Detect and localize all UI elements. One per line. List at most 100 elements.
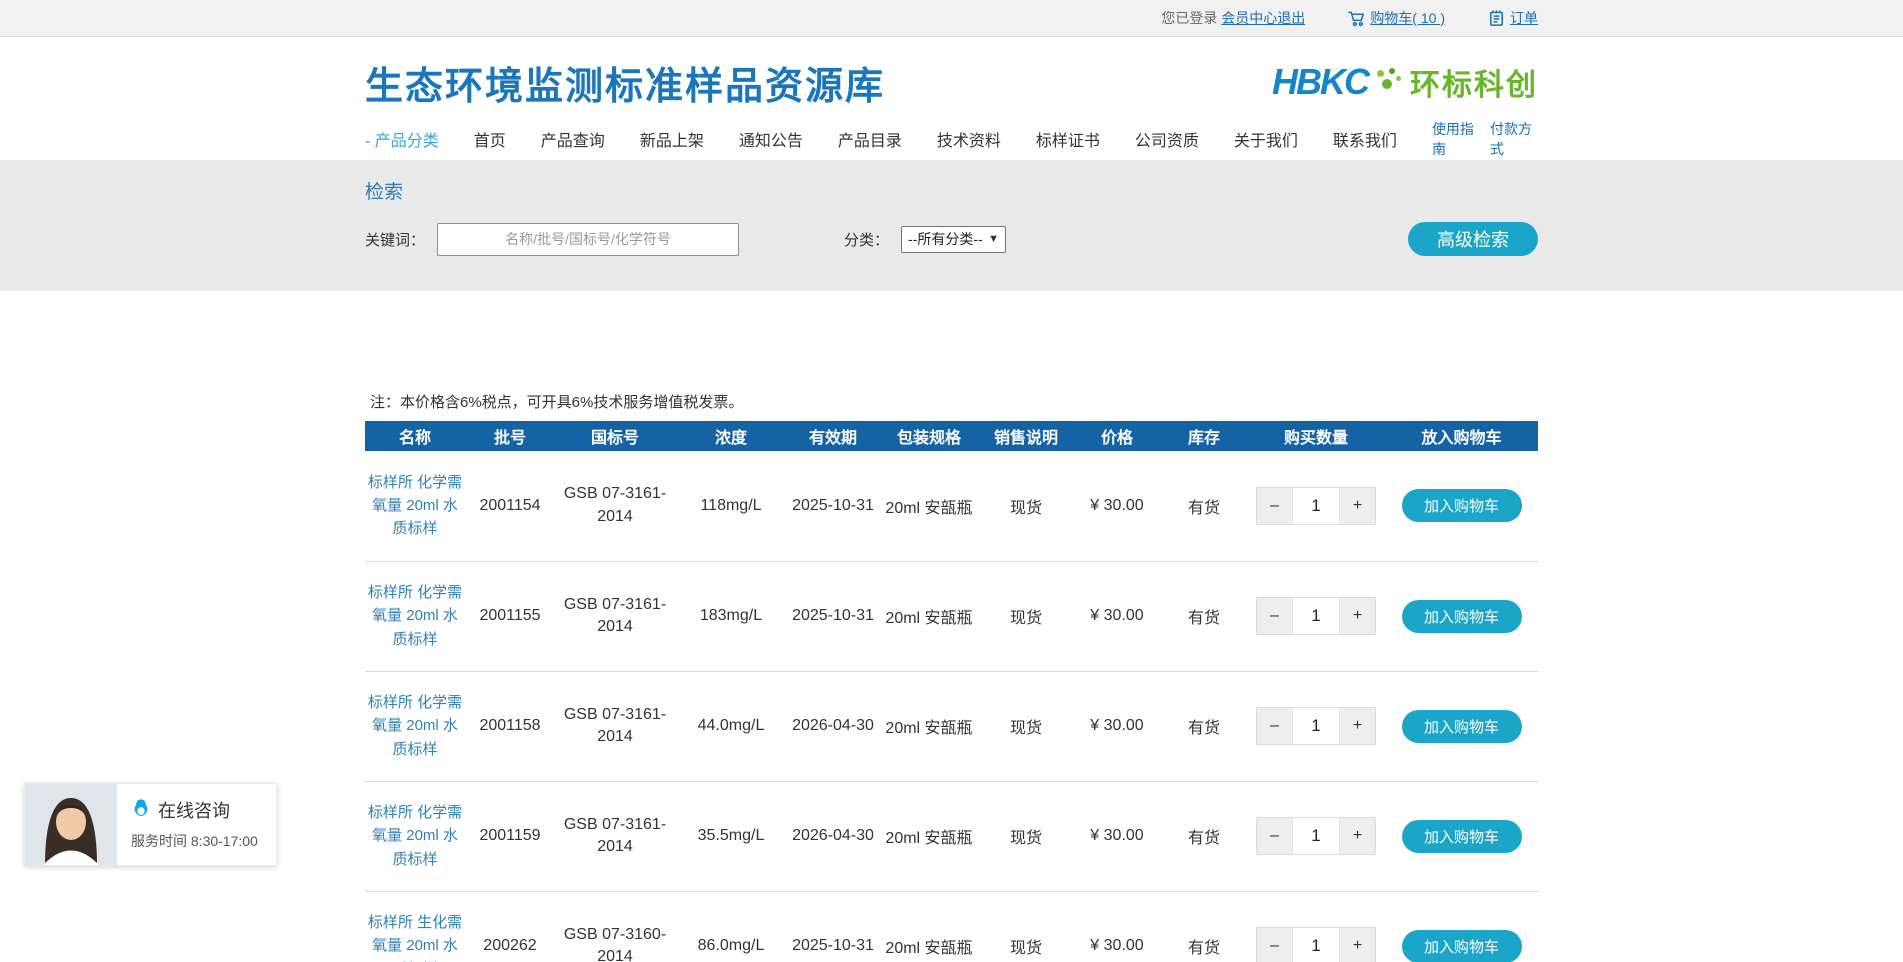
product-name-link[interactable]: 标样所 化学需氧量 20ml 水质标样 [368,584,462,648]
product-name-link[interactable]: 标样所 化学需氧量 20ml 水质标样 [368,804,462,868]
add-to-cart-button[interactable]: 加入购物车 [1402,489,1522,522]
orders-link[interactable]: 订单 [1510,8,1538,28]
col-header-sales: 销售说明 [979,421,1073,451]
nav-home[interactable]: 首页 [474,127,506,151]
nav-new-products[interactable]: 新品上架 [640,127,704,151]
cart-link[interactable]: 购物车( 10 ) [1370,8,1445,28]
member-center-link[interactable]: 会员中心 [1221,8,1277,28]
price: ¥ 30.00 [1073,891,1161,962]
keyword-input[interactable] [437,223,739,256]
add-to-cart-button[interactable]: 加入购物车 [1402,930,1522,962]
table-row: 标样所 化学需氧量 20ml 水质标样 2001159 GSB 07-3161-… [365,781,1538,891]
col-header-quantity: 购买数量 [1247,421,1385,451]
quantity-increase-button[interactable]: + [1340,708,1375,744]
nav-product-catalog[interactable]: 产品目录 [838,127,902,151]
nav-user-guide[interactable]: 使用指南 [1432,119,1480,159]
company-logo: HBKC 环标科创 [1272,60,1538,104]
nav-company-qualifications[interactable]: 公司资质 [1135,127,1199,151]
quantity-increase-button[interactable]: + [1340,598,1375,634]
stock-status: 有货 [1161,451,1247,561]
gsb-number: GSB 07-3161-2014 [555,671,675,781]
search-section-title: 检索 [365,177,1538,204]
gsb-number: GSB 07-3161-2014 [555,781,675,891]
quantity-increase-button[interactable]: + [1340,928,1375,962]
online-chat-widget[interactable]: 在线咨询 服务时间 8:30-17:00 [24,783,277,866]
logout-link[interactable]: 退出 [1277,8,1305,28]
product-name-link[interactable]: 标样所 化学需氧量 20ml 水质标样 [368,694,462,758]
service-agent-photo [25,784,117,865]
package-spec: 20ml 安瓿瓶 [879,781,979,891]
quantity-input[interactable] [1292,708,1340,744]
quantity-input[interactable] [1292,818,1340,854]
batch-number: 2001154 [465,451,555,561]
top-bar: 您已登录 会员中心退出 购物车( 10 ) 订单 [0,0,1903,37]
gsb-number: GSB 07-3161-2014 [555,561,675,671]
quantity-decrease-button[interactable]: – [1257,818,1292,854]
sales-note: 现货 [979,671,1073,781]
chat-title: 在线咨询 [158,797,230,823]
quantity-decrease-button[interactable]: – [1257,708,1292,744]
price: ¥ 30.00 [1073,451,1161,561]
quantity-increase-button[interactable]: + [1340,818,1375,854]
nav-contact-us[interactable]: 联系我们 [1333,127,1397,151]
quantity-decrease-button[interactable]: – [1257,928,1292,962]
col-header-concentration: 浓度 [675,421,787,451]
add-to-cart-button[interactable]: 加入购物车 [1402,600,1522,633]
category-select[interactable]: --所有分类-- ▼ [901,226,1006,253]
quantity-stepper: – + [1256,487,1376,525]
quantity-stepper: – + [1256,817,1376,855]
expiry-date: 2025-10-31 [787,891,879,962]
cart-icon [1347,9,1366,28]
package-spec: 20ml 安瓿瓶 [879,561,979,671]
advanced-search-button[interactable]: 高级检索 [1408,222,1538,256]
quantity-input[interactable] [1292,928,1340,962]
category-label: 分类： [844,229,889,250]
stock-status: 有货 [1161,891,1247,962]
price: ¥ 30.00 [1073,671,1161,781]
batch-number: 2001159 [465,781,555,891]
col-header-price: 价格 [1073,421,1161,451]
nav-sample-certificates[interactable]: 标样证书 [1036,127,1100,151]
col-header-batch: 批号 [465,421,555,451]
nav-announcements[interactable]: 通知公告 [739,127,803,151]
batch-number: 200262 [465,891,555,962]
quantity-input[interactable] [1292,488,1340,524]
product-name-link[interactable]: 标样所 化学需氧量 20ml 水质标样 [368,474,462,538]
col-header-add-to-cart: 放入购物车 [1385,421,1538,451]
sales-note: 现货 [979,891,1073,962]
login-status-text: 您已登录 [1161,8,1217,28]
nav-product-search[interactable]: 产品查询 [541,127,605,151]
stock-status: 有货 [1161,561,1247,671]
batch-number: 2001155 [465,561,555,671]
col-header-expiry: 有效期 [787,421,879,451]
search-section: 检索 关键词： 分类： --所有分类-- ▼ 高级检索 [0,160,1903,291]
product-name-link[interactable]: 标样所 生化需氧量 20ml 水质标样 [368,914,462,962]
quantity-stepper: – + [1256,707,1376,745]
col-header-stock: 库存 [1161,421,1247,451]
nav-payment-methods[interactable]: 付款方式 [1490,119,1538,159]
gsb-number: GSB 07-3161-2014 [555,451,675,561]
price: ¥ 30.00 [1073,781,1161,891]
quantity-increase-button[interactable]: + [1340,488,1375,524]
stock-status: 有货 [1161,671,1247,781]
table-row: 标样所 化学需氧量 20ml 水质标样 2001154 GSB 07-3161-… [365,451,1538,561]
quantity-decrease-button[interactable]: – [1257,488,1292,524]
table-row: 标样所 生化需氧量 20ml 水质标样 200262 GSB 07-3160-2… [365,891,1538,962]
chat-service-hours: 服务时间 8:30-17:00 [131,831,276,851]
add-to-cart-button[interactable]: 加入购物车 [1402,820,1522,853]
package-spec: 20ml 安瓿瓶 [879,891,979,962]
quantity-decrease-button[interactable]: – [1257,598,1292,634]
quantity-input[interactable] [1292,598,1340,634]
sales-note: 现货 [979,451,1073,561]
main-content: 注：本价格含6%税点，可开具6%技术服务增值税发票。 名称 批号 国标号 浓度 … [365,291,1538,962]
chevron-down-icon: ▼ [988,233,999,245]
nav-technical-docs[interactable]: 技术资料 [937,127,1001,151]
concentration: 35.5mg/L [675,781,787,891]
nav-product-categories[interactable]: - 产品分类 [365,127,439,151]
sales-note: 现货 [979,781,1073,891]
table-row: 标样所 化学需氧量 20ml 水质标样 2001158 GSB 07-3161-… [365,671,1538,781]
col-header-package: 包装规格 [879,421,979,451]
add-to-cart-button[interactable]: 加入购物车 [1402,710,1522,743]
nav-about-us[interactable]: 关于我们 [1234,127,1298,151]
package-spec: 20ml 安瓿瓶 [879,451,979,561]
